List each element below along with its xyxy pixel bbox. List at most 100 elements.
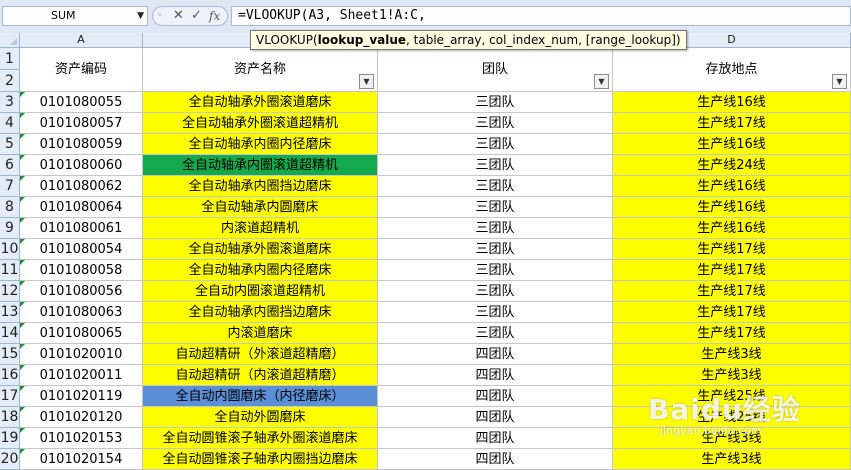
- cell-code[interactable]: 0101080061: [20, 218, 143, 239]
- cell-team[interactable]: 三团队: [378, 134, 613, 155]
- cell-code[interactable]: 0101080054: [20, 239, 143, 260]
- row-header[interactable]: 16: [0, 365, 20, 386]
- cell-loc[interactable]: 生产线17线: [613, 323, 851, 344]
- row-header[interactable]: 6: [0, 155, 20, 176]
- cell-code[interactable]: 0101080064: [20, 197, 143, 218]
- cell-code[interactable]: 0101080062: [20, 176, 143, 197]
- cell-loc[interactable]: 生产线3线: [613, 344, 851, 365]
- cell-team[interactable]: 三团队: [378, 302, 613, 323]
- cell-name[interactable]: 全自动内圆磨床（内径磨床）: [143, 386, 378, 407]
- cell-code[interactable]: 0101080063: [20, 302, 143, 323]
- filter-dropdown-icon[interactable]: ▼: [594, 74, 609, 89]
- row-header[interactable]: 5: [0, 134, 20, 155]
- cell-name[interactable]: 全自动轴承外圈滚道磨床: [143, 239, 378, 260]
- name-box[interactable]: SUM ▼: [2, 6, 148, 26]
- cell-name[interactable]: 内滚道磨床: [143, 323, 378, 344]
- tooltip-arg-active[interactable]: lookup_value: [318, 33, 406, 47]
- cell-code[interactable]: 0101020120: [20, 407, 143, 428]
- cell-team[interactable]: 三团队: [378, 239, 613, 260]
- header-cell-location[interactable]: 存放地点 ▼: [613, 48, 851, 92]
- row-header[interactable]: 19: [0, 428, 20, 449]
- row-header[interactable]: 7: [0, 176, 20, 197]
- cell-team[interactable]: 三团队: [378, 176, 613, 197]
- row-header[interactable]: 15: [0, 344, 20, 365]
- header-cell-team[interactable]: 团队 ▼: [378, 48, 613, 92]
- cell-team[interactable]: 四团队: [378, 407, 613, 428]
- header-cell-code[interactable]: 资产编码: [20, 48, 143, 92]
- row-header[interactable]: 13: [0, 302, 20, 323]
- cell-loc[interactable]: 生产线16线: [613, 218, 851, 239]
- cell-team[interactable]: 三团队: [378, 281, 613, 302]
- row-header-1[interactable]: 1: [0, 48, 20, 70]
- cell-name[interactable]: 全自动圆锥滚子轴承外圈滚道磨床: [143, 428, 378, 449]
- row-header[interactable]: 4: [0, 113, 20, 134]
- cell-code[interactable]: 0101080056: [20, 281, 143, 302]
- cell-code[interactable]: 0101020119: [20, 386, 143, 407]
- cell-code[interactable]: 0101020153: [20, 428, 143, 449]
- row-header[interactable]: 18: [0, 407, 20, 428]
- filter-dropdown-icon[interactable]: ▼: [832, 74, 847, 89]
- row-header[interactable]: 10: [0, 239, 20, 260]
- cancel-icon[interactable]: ✕: [173, 7, 184, 25]
- row-header[interactable]: 14: [0, 323, 20, 344]
- cell-code[interactable]: 0101020011: [20, 365, 143, 386]
- cell-name[interactable]: 全自动轴承内圈挡边磨床: [143, 176, 378, 197]
- cell-code[interactable]: 0101080058: [20, 260, 143, 281]
- header-cell-name[interactable]: 资产名称 ▼: [143, 48, 378, 92]
- column-header-a[interactable]: A: [20, 33, 143, 48]
- cell-team[interactable]: 三团队: [378, 113, 613, 134]
- cell-name[interactable]: 全自动轴承外圈滚道磨床: [143, 92, 378, 113]
- cell-team[interactable]: 四团队: [378, 386, 613, 407]
- cell-loc[interactable]: 生产线16线: [613, 176, 851, 197]
- filter-dropdown-icon[interactable]: ▼: [359, 74, 374, 89]
- row-header[interactable]: 17: [0, 386, 20, 407]
- row-header[interactable]: 3: [0, 92, 20, 113]
- cell-loc[interactable]: 生产线3线: [613, 365, 851, 386]
- cell-team[interactable]: 三团队: [378, 323, 613, 344]
- cell-code[interactable]: 0101020010: [20, 344, 143, 365]
- cell-code[interactable]: 0101080059: [20, 134, 143, 155]
- cell-code[interactable]: 0101080055: [20, 92, 143, 113]
- cell-name[interactable]: 内滚道超精机: [143, 218, 378, 239]
- cell-name[interactable]: 全自动轴承内圈内径磨床: [143, 134, 378, 155]
- cell-team[interactable]: 三团队: [378, 92, 613, 113]
- select-all-corner[interactable]: [0, 33, 20, 48]
- row-header[interactable]: 12: [0, 281, 20, 302]
- cell-code[interactable]: 0101080060: [20, 155, 143, 176]
- formula-input[interactable]: =VLOOKUP(A3, Sheet1!A:C,: [231, 6, 851, 26]
- cell-loc[interactable]: 生产线16线: [613, 197, 851, 218]
- cell-name[interactable]: 自动超精研（内滚道超精磨）: [143, 365, 378, 386]
- cell-code[interactable]: 0101080057: [20, 113, 143, 134]
- cell-name[interactable]: 全自动轴承外圈滚道超精机: [143, 113, 378, 134]
- options-icon[interactable]: ◦: [157, 7, 162, 25]
- cell-loc[interactable]: 生产线17线: [613, 281, 851, 302]
- name-box-dropdown-icon[interactable]: ▼: [137, 7, 144, 25]
- cell-team[interactable]: 四团队: [378, 365, 613, 386]
- cell-team[interactable]: 三团队: [378, 218, 613, 239]
- cell-loc[interactable]: 生产线16线: [613, 92, 851, 113]
- cell-loc[interactable]: 生产线16线: [613, 134, 851, 155]
- cell-name[interactable]: 全自动轴承内圈内径磨床: [143, 260, 378, 281]
- cell-team[interactable]: 三团队: [378, 260, 613, 281]
- cell-name[interactable]: 全自动轴承内圈挡边磨床: [143, 302, 378, 323]
- cell-name[interactable]: 全自动轴承内圆磨床: [143, 197, 378, 218]
- cell-team[interactable]: 四团队: [378, 428, 613, 449]
- enter-icon[interactable]: ✓: [191, 7, 202, 25]
- cell-loc[interactable]: 生产线17线: [613, 113, 851, 134]
- cell-name[interactable]: 全自动轴承内圈滚道超精机: [143, 155, 378, 176]
- cell-loc[interactable]: 生产线17线: [613, 239, 851, 260]
- cell-code[interactable]: 0101080065: [20, 323, 143, 344]
- cell-team[interactable]: 四团队: [378, 344, 613, 365]
- cell-name[interactable]: 全自动外圆磨床: [143, 407, 378, 428]
- row-header[interactable]: 11: [0, 260, 20, 281]
- row-header[interactable]: 9: [0, 218, 20, 239]
- row-header-2[interactable]: 2: [0, 70, 20, 92]
- cell-name[interactable]: 自动超精研（外滚道超精磨）: [143, 344, 378, 365]
- insert-function-icon[interactable]: fx: [209, 7, 220, 25]
- cell-loc[interactable]: 生产线17线: [613, 260, 851, 281]
- cell-name[interactable]: 全自动内圈滚道超精机: [143, 281, 378, 302]
- row-header[interactable]: 8: [0, 197, 20, 218]
- cell-team[interactable]: 三团队: [378, 197, 613, 218]
- cell-loc[interactable]: 生产线17线: [613, 302, 851, 323]
- cell-team[interactable]: 三团队: [378, 155, 613, 176]
